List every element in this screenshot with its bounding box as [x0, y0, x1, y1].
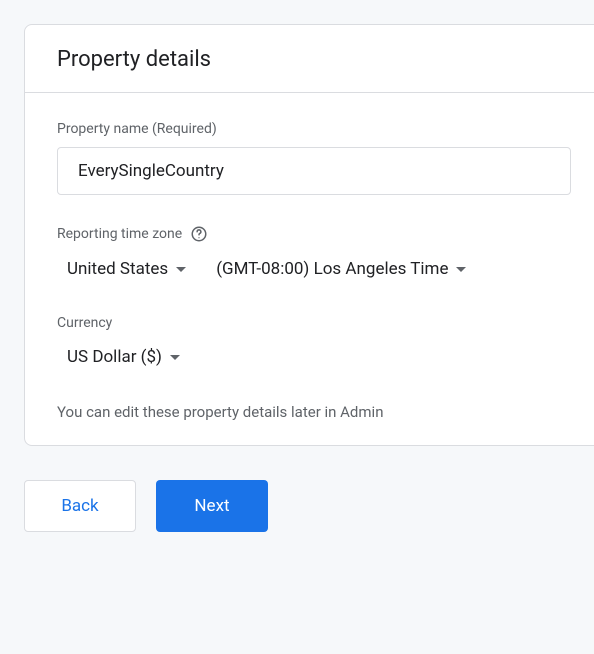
- chevron-down-icon: [170, 355, 180, 360]
- property-name-label: Property name (Required): [57, 121, 571, 137]
- property-name-section: Property name (Required): [57, 121, 571, 195]
- property-name-input[interactable]: [57, 147, 571, 195]
- card-title: Property details: [57, 47, 571, 72]
- currency-section: Currency US Dollar ($): [57, 315, 571, 373]
- footer-buttons: Back Next: [24, 480, 594, 532]
- property-details-card: Property details Property name (Required…: [24, 24, 594, 446]
- back-button[interactable]: Back: [24, 480, 136, 532]
- timezone-section: Reporting time zone United States (GMT-0…: [57, 225, 571, 285]
- timezone-country-value: United States: [67, 259, 168, 279]
- next-button[interactable]: Next: [156, 480, 268, 532]
- timezone-label-text: Reporting time zone: [57, 226, 182, 242]
- card-body: Property name (Required) Reporting time …: [25, 93, 594, 445]
- admin-note: You can edit these property details late…: [57, 403, 571, 421]
- currency-dropdown[interactable]: US Dollar ($): [67, 341, 180, 373]
- currency-dropdown-row: US Dollar ($): [57, 341, 571, 373]
- timezone-dropdowns: United States (GMT-08:00) Los Angeles Ti…: [57, 253, 571, 285]
- help-icon[interactable]: [190, 225, 208, 243]
- timezone-country-dropdown[interactable]: United States: [67, 253, 186, 285]
- timezone-zone-dropdown[interactable]: (GMT-08:00) Los Angeles Time: [216, 253, 466, 285]
- timezone-label: Reporting time zone: [57, 225, 571, 243]
- chevron-down-icon: [176, 267, 186, 272]
- chevron-down-icon: [456, 267, 466, 272]
- timezone-zone-value: (GMT-08:00) Los Angeles Time: [216, 259, 448, 279]
- card-header: Property details: [25, 25, 594, 93]
- currency-value: US Dollar ($): [67, 347, 162, 367]
- currency-label: Currency: [57, 315, 571, 331]
